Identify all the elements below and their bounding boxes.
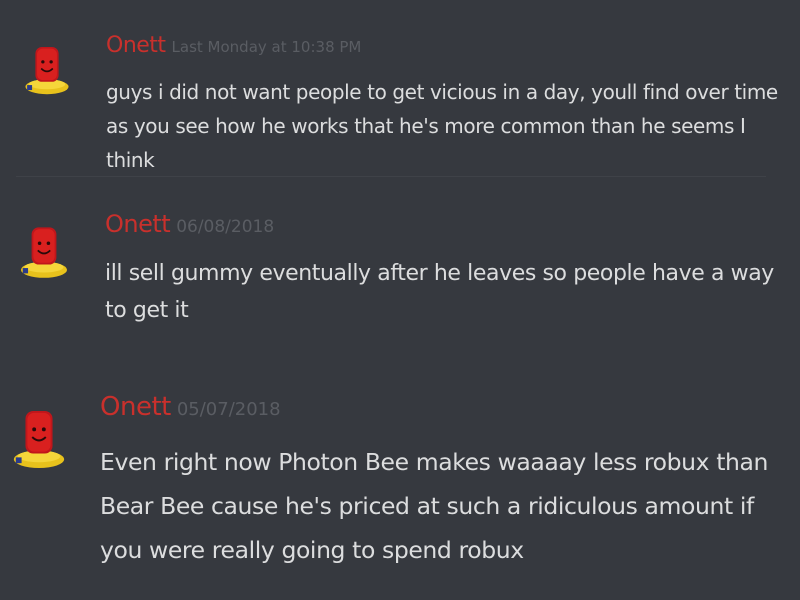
username[interactable]: Onett: [100, 392, 171, 422]
message-divider: [16, 176, 766, 177]
message-text: Even right now Photon Bee makes waaaay l…: [100, 448, 769, 564]
username[interactable]: Onett: [106, 33, 166, 58]
timestamp: 06/08/2018: [176, 217, 275, 237]
timestamp: 05/07/2018: [176, 399, 281, 420]
username[interactable]: Onett: [105, 210, 171, 238]
message-text: guys i did not want people to get viciou…: [106, 80, 778, 172]
roblox-avatar-icon[interactable]: [20, 42, 74, 100]
message-header: Onett Last Monday at 10:38 PM: [106, 33, 361, 58]
message-header: Onett 05/07/2018: [100, 392, 281, 422]
roblox-avatar-icon[interactable]: [10, 404, 68, 474]
roblox-avatar-icon[interactable]: [16, 222, 72, 284]
message-text: ill sell gummy eventually after he leave…: [105, 261, 774, 323]
message-header: Onett 06/08/2018: [105, 210, 274, 238]
timestamp: Last Monday at 10:38 PM: [171, 38, 362, 56]
